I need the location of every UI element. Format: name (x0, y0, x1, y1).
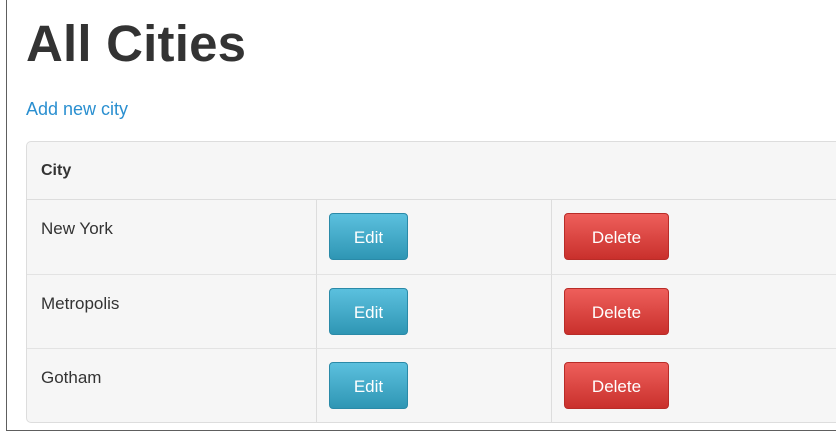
table-header-row: City (27, 142, 836, 200)
city-name: Metropolis (27, 274, 316, 348)
cities-table: City New York Edit Delete Metropolis Edi… (26, 141, 836, 423)
delete-cell: Delete (551, 348, 836, 422)
edit-button[interactable]: Edit (329, 288, 408, 335)
city-name: Gotham (27, 348, 316, 422)
table-row: Gotham Edit Delete (27, 348, 836, 422)
delete-button[interactable]: Delete (564, 288, 669, 335)
delete-cell: Delete (551, 274, 836, 348)
table-row: Metropolis Edit Delete (27, 274, 836, 348)
window-frame: All Cities Add new city City New York Ed… (6, 0, 836, 431)
edit-button[interactable]: Edit (329, 213, 408, 260)
edit-cell: Edit (316, 274, 551, 348)
table-row: New York Edit Delete (27, 200, 836, 274)
city-name: New York (41, 219, 113, 238)
edit-button[interactable]: Edit (329, 362, 408, 409)
add-city-link[interactable]: Add new city (26, 98, 128, 120)
city-column-header: City (27, 142, 836, 200)
delete-button[interactable]: Delete (564, 362, 669, 409)
page-title: All Cities (26, 15, 247, 72)
edit-cell: Edit (316, 200, 551, 274)
delete-cell: Delete (551, 200, 836, 274)
edit-cell: Edit (316, 348, 551, 422)
delete-button[interactable]: Delete (564, 213, 669, 260)
